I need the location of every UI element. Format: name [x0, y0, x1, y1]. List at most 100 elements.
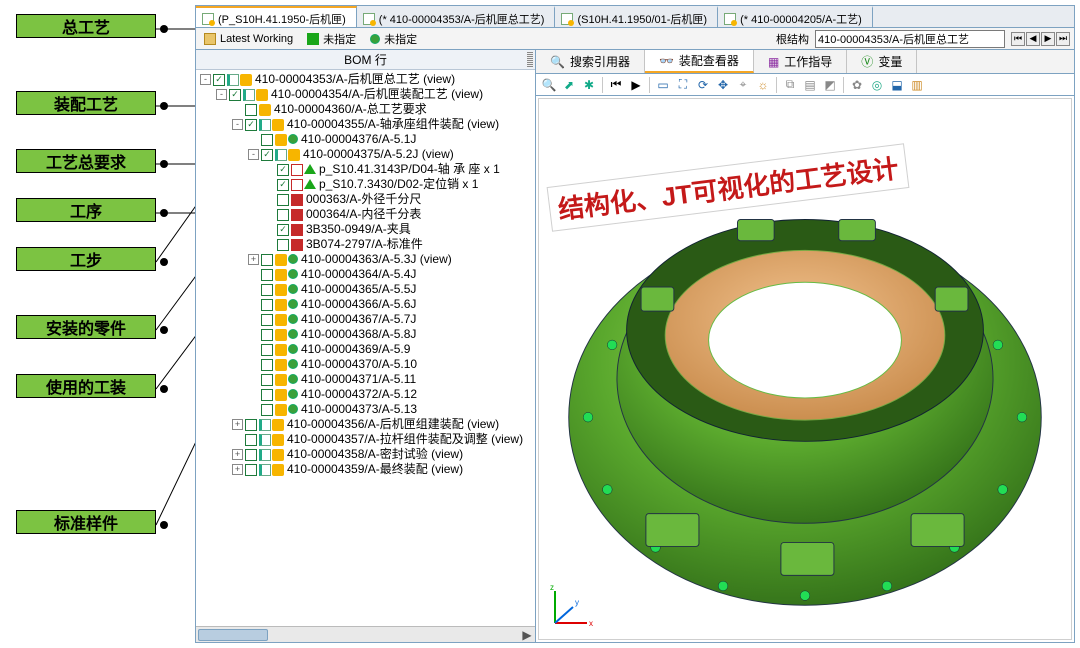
- tree-row[interactable]: ✓410-00004373/A-5.13: [200, 402, 535, 417]
- tab-variable[interactable]: Ⓥ 变量: [847, 50, 917, 73]
- checkbox[interactable]: ✓: [261, 359, 273, 371]
- tree-row[interactable]: ✓000364/A-内径千分表: [200, 207, 535, 222]
- document-tab[interactable]: (P_S10H.41.1950-后机匣): [196, 6, 357, 27]
- btn-gear[interactable]: ✿: [848, 76, 866, 94]
- btn-first[interactable]: ⏮: [607, 76, 625, 94]
- checkbox[interactable]: ✓: [277, 239, 289, 251]
- expander[interactable]: -: [232, 119, 243, 130]
- column-grip[interactable]: [527, 52, 533, 67]
- tree-row[interactable]: -✓410-00004355/A-轴承座组件装配 (view): [200, 117, 535, 132]
- tab-search-refs[interactable]: 🔍 搜索引用器: [536, 50, 645, 73]
- btn-snap[interactable]: ⌖: [734, 76, 752, 94]
- tree-row[interactable]: ✓410-00004368/A-5.8J: [200, 327, 535, 342]
- checkbox[interactable]: ✓: [245, 449, 257, 461]
- unspecified-button-2[interactable]: 未指定: [366, 29, 421, 49]
- tree-row[interactable]: ✓410-00004369/A-5.9: [200, 342, 535, 357]
- tree-row[interactable]: ✓3B074-2797/A-标准件: [200, 237, 535, 252]
- checkbox[interactable]: ✓: [261, 134, 273, 146]
- btn-sheet[interactable]: ▥: [908, 76, 926, 94]
- btn-measure[interactable]: ▤: [801, 76, 819, 94]
- btn-select[interactable]: ⬈: [560, 76, 578, 94]
- btn-fit[interactable]: ⛶: [674, 76, 692, 94]
- btn-move[interactable]: ✥: [714, 76, 732, 94]
- checkbox[interactable]: ✓: [245, 104, 257, 116]
- tree-row[interactable]: ✓p_S10.7.3430/D02-定位销 x 1: [200, 177, 535, 192]
- btn-box[interactable]: ▭: [654, 76, 672, 94]
- nav-prev[interactable]: ◀: [1026, 32, 1040, 46]
- unspecified-button-1[interactable]: 未指定: [303, 29, 360, 49]
- tree-row[interactable]: ✓410-00004371/A-5.11: [200, 372, 535, 387]
- expander[interactable]: +: [232, 449, 243, 460]
- tree-row[interactable]: ✓410-00004365/A-5.5J: [200, 282, 535, 297]
- btn-export[interactable]: ⬓: [888, 76, 906, 94]
- checkbox[interactable]: ✓: [245, 434, 257, 446]
- expander[interactable]: -: [248, 149, 259, 160]
- checkbox[interactable]: ✓: [229, 89, 241, 101]
- btn-play[interactable]: ▶: [627, 76, 645, 94]
- checkbox[interactable]: ✓: [245, 119, 257, 131]
- tree-row[interactable]: ✓410-00004376/A-5.1J: [200, 132, 535, 147]
- expander[interactable]: +: [232, 464, 243, 475]
- checkbox[interactable]: ✓: [261, 299, 273, 311]
- document-tab[interactable]: (* 410-00004205/A-工艺): [718, 6, 873, 27]
- tree-row[interactable]: ✓410-00004364/A-5.4J: [200, 267, 535, 282]
- latest-working-button[interactable]: Latest Working: [200, 31, 297, 47]
- tree-row[interactable]: ✓3B350-0949/A-夹具: [200, 222, 535, 237]
- expander[interactable]: -: [216, 89, 227, 100]
- btn-zoom[interactable]: 🔍: [540, 76, 558, 94]
- nav-first[interactable]: ⏮: [1011, 32, 1025, 46]
- checkbox[interactable]: ✓: [261, 269, 273, 281]
- tree-row[interactable]: +✓410-00004363/A-5.3J (view): [200, 252, 535, 267]
- checkbox[interactable]: ✓: [277, 164, 289, 176]
- tree-row[interactable]: ✓410-00004360/A-总工艺要求: [200, 102, 535, 117]
- tree-row[interactable]: -✓410-00004353/A-后机匣总工艺 (view): [200, 72, 535, 87]
- tree-row[interactable]: +✓410-00004356/A-后机匣组建装配 (view): [200, 417, 535, 432]
- checkbox[interactable]: ✓: [261, 329, 273, 341]
- checkbox[interactable]: ✓: [245, 419, 257, 431]
- btn-run[interactable]: ✱: [580, 76, 598, 94]
- btn-light[interactable]: ☼: [754, 76, 772, 94]
- checkbox[interactable]: ✓: [245, 464, 257, 476]
- tree-row[interactable]: -✓410-00004375/A-5.2J (view): [200, 147, 535, 162]
- tree-row[interactable]: ✓000363/A-外径千分尺: [200, 192, 535, 207]
- btn-section[interactable]: ⧉: [781, 76, 799, 94]
- checkbox[interactable]: ✓: [213, 74, 225, 86]
- tree-row[interactable]: ✓410-00004357/A-拉杆组件装配及调整 (view): [200, 432, 535, 447]
- tree-row[interactable]: ✓410-00004370/A-5.10: [200, 357, 535, 372]
- tab-work-guide[interactable]: ▦ 工作指导: [754, 50, 847, 73]
- tree-row[interactable]: ✓p_S10.41.3143P/D04-轴 承 座 x 1: [200, 162, 535, 177]
- btn-rotate[interactable]: ⟳: [694, 76, 712, 94]
- checkbox[interactable]: ✓: [261, 254, 273, 266]
- checkbox[interactable]: ✓: [277, 224, 289, 236]
- root-structure-input[interactable]: [815, 30, 1005, 48]
- scroll-thumb[interactable]: [198, 629, 268, 641]
- btn-markup[interactable]: ◩: [821, 76, 839, 94]
- document-tab[interactable]: (S10H.41.1950/01-后机匣): [555, 6, 718, 27]
- tab-assembly-viewer[interactable]: 👓 装配查看器: [645, 50, 754, 73]
- tree-row[interactable]: ✓410-00004367/A-5.7J: [200, 312, 535, 327]
- document-tab[interactable]: (* 410-00004353/A-后机匣总工艺): [357, 6, 556, 27]
- tree-row[interactable]: +✓410-00004358/A-密封试验 (view): [200, 447, 535, 462]
- checkbox[interactable]: ✓: [277, 209, 289, 221]
- expander[interactable]: -: [200, 74, 211, 85]
- checkbox[interactable]: ✓: [261, 314, 273, 326]
- horizontal-scrollbar[interactable]: ◀ ▶: [196, 626, 535, 642]
- checkbox[interactable]: ✓: [261, 389, 273, 401]
- checkbox[interactable]: ✓: [261, 284, 273, 296]
- checkbox[interactable]: ✓: [277, 194, 289, 206]
- nav-next[interactable]: ▶: [1041, 32, 1055, 46]
- tree-row[interactable]: ✓410-00004372/A-5.12: [200, 387, 535, 402]
- expander[interactable]: +: [232, 419, 243, 430]
- checkbox[interactable]: ✓: [261, 374, 273, 386]
- checkbox[interactable]: ✓: [277, 179, 289, 191]
- btn-globe[interactable]: ◎: [868, 76, 886, 94]
- bom-tree[interactable]: -✓410-00004353/A-后机匣总工艺 (view)-✓410-0000…: [196, 70, 535, 626]
- checkbox[interactable]: ✓: [261, 149, 273, 161]
- scroll-right[interactable]: ▶: [519, 627, 535, 643]
- bom-header[interactable]: BOM 行: [196, 50, 535, 70]
- tree-row[interactable]: -✓410-00004354/A-后机匣装配工艺 (view): [200, 87, 535, 102]
- nav-last[interactable]: ⏭: [1056, 32, 1070, 46]
- checkbox[interactable]: ✓: [261, 344, 273, 356]
- checkbox[interactable]: ✓: [261, 404, 273, 416]
- tree-row[interactable]: +✓410-00004359/A-最终装配 (view): [200, 462, 535, 477]
